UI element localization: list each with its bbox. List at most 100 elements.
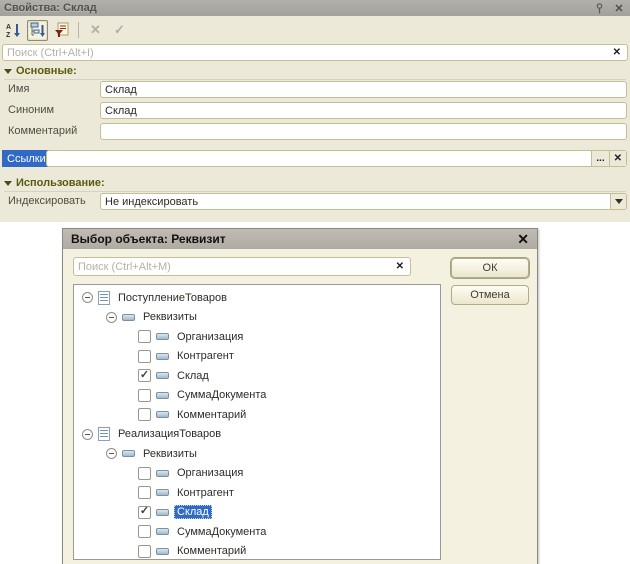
tree-item[interactable]: Организация xyxy=(74,464,440,484)
dialog-search-clear-icon[interactable]: ✕ xyxy=(394,261,406,272)
tree-item[interactable]: Организация xyxy=(74,327,440,347)
synonym-field[interactable]: Склад xyxy=(100,102,627,119)
tree-item-label: Организация xyxy=(174,466,246,480)
chevron-down-icon[interactable] xyxy=(610,194,626,209)
checkbox[interactable] xyxy=(138,330,151,343)
svg-text:Z: Z xyxy=(6,32,11,38)
tree-item[interactable]: Контрагент xyxy=(74,483,440,503)
collapse-icon[interactable] xyxy=(106,312,117,323)
tree-item[interactable]: Контрагент xyxy=(74,347,440,367)
properties-title: Свойства: Склад xyxy=(4,2,592,14)
tree-node-document[interactable]: ПоступлениеТоваров xyxy=(74,288,440,308)
svg-text:A: A xyxy=(6,24,11,31)
links-ellipsis-button[interactable]: ... xyxy=(591,151,608,166)
property-row-comment: Комментарий xyxy=(0,123,630,140)
document-icon xyxy=(98,291,110,305)
section-main[interactable]: Основные: xyxy=(4,65,626,80)
section-usage[interactable]: Использование: xyxy=(4,177,626,192)
property-row-links: Ссылки ... ✕ xyxy=(0,150,630,167)
dialog-titlebar: Выбор объекта: Реквизит ✕ xyxy=(63,229,537,249)
attribute-icon xyxy=(156,470,169,477)
toolbar-separator xyxy=(78,22,79,38)
checkbox[interactable] xyxy=(138,408,151,421)
property-row-name: Имя Склад xyxy=(0,81,630,98)
indexing-value: Не индексировать xyxy=(105,196,198,208)
attribute-icon xyxy=(122,314,135,321)
checkbox[interactable] xyxy=(138,506,151,519)
close-icon[interactable]: ✕ xyxy=(612,2,626,14)
name-label: Имя xyxy=(8,83,29,95)
checkbox[interactable] xyxy=(138,389,151,402)
links-label[interactable]: Ссылки xyxy=(2,150,51,167)
checkbox[interactable] xyxy=(138,369,151,382)
tree-item-label: Комментарий xyxy=(174,544,249,558)
name-field[interactable]: Склад xyxy=(100,81,627,98)
tree-node-document[interactable]: РеализацияТоваров xyxy=(74,425,440,445)
tree-item[interactable]: Склад xyxy=(74,366,440,386)
tree-item[interactable]: Склад xyxy=(74,503,440,523)
collapse-triangle-icon xyxy=(4,181,12,186)
dialog-search-placeholder: Поиск (Ctrl+Alt+M) xyxy=(78,261,171,273)
tree-item-label: Склад xyxy=(174,369,212,383)
properties-toolbar: A Z xyxy=(3,19,130,41)
checkbox[interactable] xyxy=(138,467,151,480)
tree-item[interactable]: СуммаДокумента xyxy=(74,386,440,406)
checkbox[interactable] xyxy=(138,350,151,363)
properties-panel: Свойства: Склад ✕ A Z xyxy=(0,0,630,222)
cancel-edit-icon[interactable]: ✕ xyxy=(85,20,106,41)
links-clear-icon[interactable]: ✕ xyxy=(609,151,626,166)
property-row-indexing: Индексировать Не индексировать xyxy=(0,193,630,210)
tree-item-label: Склад xyxy=(174,505,212,519)
comment-label: Комментарий xyxy=(8,125,77,137)
dialog-close-icon[interactable]: ✕ xyxy=(517,231,529,248)
tree-node-label: ПоступлениеТоваров xyxy=(115,291,230,305)
sort-alphabetical-icon[interactable]: A Z xyxy=(3,20,24,41)
tree-item-label: Организация xyxy=(174,330,246,344)
tree-item-label: Контрагент xyxy=(174,349,237,363)
checkbox[interactable] xyxy=(138,525,151,538)
synonym-value: Склад xyxy=(105,105,137,117)
checkbox[interactable] xyxy=(138,486,151,499)
tree-item[interactable]: Комментарий xyxy=(74,405,440,425)
attribute-icon xyxy=(156,528,169,535)
dialog-title: Выбор объекта: Реквизит xyxy=(71,232,517,246)
screen: Свойства: Склад ✕ A Z xyxy=(0,0,630,564)
ok-button[interactable]: ОК xyxy=(451,258,529,278)
sort-by-categories-icon[interactable] xyxy=(27,20,48,41)
collapse-icon[interactable] xyxy=(82,292,93,303)
pin-icon[interactable] xyxy=(592,2,606,14)
links-field[interactable]: ... ✕ xyxy=(46,150,627,167)
properties-search-input[interactable]: Поиск (Ctrl+Alt+I) ✕ xyxy=(2,44,628,61)
dialog-search-input[interactable]: Поиск (Ctrl+Alt+M) ✕ xyxy=(73,257,411,276)
cancel-button[interactable]: Отмена xyxy=(451,285,529,305)
attribute-icon xyxy=(156,333,169,340)
filter-settings-icon[interactable] xyxy=(51,20,72,41)
collapse-icon[interactable] xyxy=(82,429,93,440)
indexing-dropdown[interactable]: Не индексировать xyxy=(100,193,627,210)
tree-item[interactable]: Комментарий xyxy=(74,542,440,561)
search-clear-icon[interactable]: ✕ xyxy=(611,47,623,58)
attribute-icon xyxy=(156,372,169,379)
checkbox[interactable] xyxy=(138,545,151,558)
synonym-label: Синоним xyxy=(8,104,54,116)
tree-node-label: Реквизиты xyxy=(140,447,200,461)
object-tree[interactable]: ПоступлениеТоваров Реквизиты Организация… xyxy=(73,284,441,560)
tree-node-group[interactable]: Реквизиты xyxy=(74,308,440,328)
attribute-icon xyxy=(122,450,135,457)
property-row-synonym: Синоним Склад xyxy=(0,102,630,119)
properties-titlebar: Свойства: Склад ✕ xyxy=(0,0,630,16)
tree-item-label: СуммаДокумента xyxy=(174,525,269,539)
comment-field[interactable] xyxy=(100,123,627,140)
collapse-icon[interactable] xyxy=(106,448,117,459)
tree-node-label: Реквизиты xyxy=(140,310,200,324)
apply-edit-icon[interactable]: ✓ xyxy=(109,20,130,41)
tree-item-label: СуммаДокумента xyxy=(174,388,269,402)
tree-item-label: Комментарий xyxy=(174,408,249,422)
attribute-icon xyxy=(156,548,169,555)
properties-search-placeholder: Поиск (Ctrl+Alt+I) xyxy=(7,47,94,59)
tree-node-group[interactable]: Реквизиты xyxy=(74,444,440,464)
tree-item[interactable]: СуммаДокумента xyxy=(74,522,440,542)
attribute-icon xyxy=(156,489,169,496)
attribute-icon xyxy=(156,411,169,418)
section-usage-label: Использование: xyxy=(16,177,105,189)
